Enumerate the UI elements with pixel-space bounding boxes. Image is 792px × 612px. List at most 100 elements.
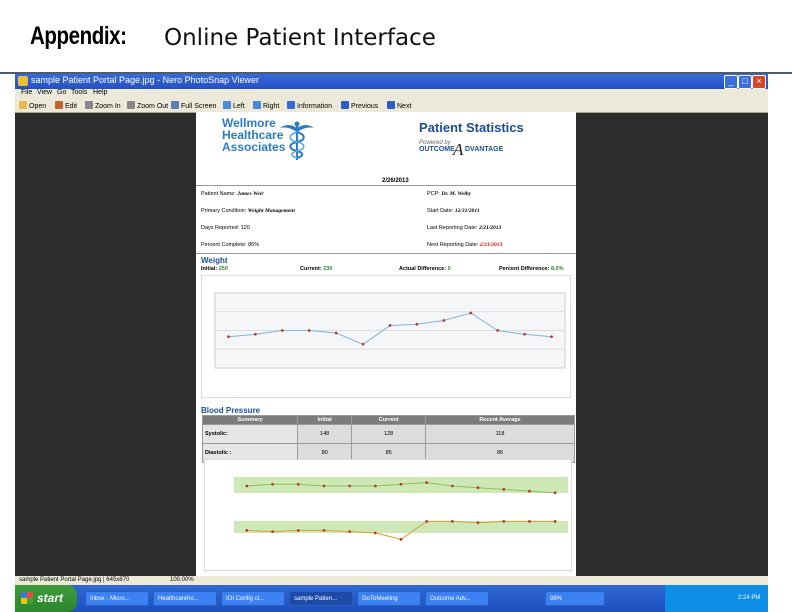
diastolic-series-point (373, 531, 377, 535)
rotate-left-label: Left (233, 103, 245, 110)
menu-tools[interactable]: Tools (71, 89, 87, 96)
menu-view[interactable]: View (37, 89, 52, 96)
full-screen-label: Full Screen (181, 103, 217, 110)
percent-row: Percent Complete: 86% (201, 242, 259, 248)
clock: 2:24 PM (738, 595, 761, 601)
rotate-left-icon (223, 101, 231, 109)
weight-series-point (415, 322, 419, 326)
zoom-in-icon (85, 101, 93, 109)
bp-chart (204, 459, 572, 571)
diastolic-series-point (271, 530, 274, 534)
next-button[interactable]: Next (387, 101, 411, 110)
start-button[interactable]: start (15, 585, 77, 612)
weight-series-point (307, 329, 311, 332)
days-label: Days Reported: (201, 225, 240, 231)
systolic-initial: 148 (296, 424, 353, 444)
diastolic-series-point (322, 528, 326, 532)
bp-header-row: Summary Initial Current Recent Average (202, 415, 575, 425)
zoom-in-button[interactable]: Zoom In (85, 101, 121, 110)
start-date-label: Start Date: (427, 208, 454, 214)
windows-flag-icon (21, 592, 33, 604)
systolic-series-point (425, 481, 429, 484)
taskbar: start Inbox - Micro... Healthcareho... I… (15, 585, 768, 612)
next-date-row: Next Reporting Date: 2/21/2013 (427, 242, 502, 248)
weight-actual-diff: Actual Difference: 0 (399, 266, 451, 272)
weight-actual-label: Actual Difference: (399, 266, 447, 272)
systolic-series-point (245, 484, 249, 488)
patient-statistics-heading: Patient Statistics (419, 120, 524, 135)
toolbar: Open Edit Zoom In Zoom Out Full Screen L… (15, 99, 768, 113)
rotate-right-button[interactable]: Right (253, 101, 279, 110)
weight-series-point (442, 319, 446, 322)
task-outcome[interactable]: Outcome Adv... (425, 591, 489, 606)
menu-file[interactable]: File (21, 89, 32, 96)
condition-row: Primary Condition: Weight Management (201, 208, 295, 214)
start-date-row: Start Date: 12/31/2011 (427, 208, 480, 214)
systolic-series-point (348, 484, 352, 488)
zoom-out-label: Zoom Out (137, 103, 169, 110)
weight-initial-value: 250 (218, 266, 228, 272)
last-date-label: Last Reporting Date: (427, 225, 478, 231)
window-title: sample Patient Portal Page.jpg - Nero Ph… (31, 75, 259, 85)
org-logo-text: Wellmore Healthcare Associates (222, 117, 285, 153)
task-battery[interactable]: 98% (545, 591, 605, 606)
close-icon[interactable]: × (752, 75, 766, 89)
systolic-series-point (553, 491, 557, 495)
percent-label: Percent Complete: (201, 242, 247, 248)
partner-name-left: OUTCOME (419, 146, 455, 153)
slide-title-rest: Online Patient Interface (164, 25, 436, 51)
zoom-in-label: Zoom In (95, 103, 121, 110)
weight-percent-diff: Percent Difference: 8.0% (499, 266, 564, 272)
menu-go[interactable]: Go (57, 89, 66, 96)
task-sample-patient[interactable]: sample Patien... (289, 591, 353, 606)
edit-icon (55, 101, 63, 109)
info-icon (287, 101, 295, 109)
task-inbox[interactable]: Inbox - Micro... (85, 591, 149, 606)
full-screen-button[interactable]: Full Screen (171, 101, 216, 110)
days-row: Days Reported: 120 (201, 225, 250, 231)
outcome-advantage-logo: Powered by OUTCOME A DVANTAGE (419, 140, 519, 168)
bp-col-initial: Initial (296, 415, 353, 425)
condition-label: Primary Condition: (201, 208, 247, 214)
rotate-left-button[interactable]: Left (223, 101, 245, 110)
weight-initial: Initial: 250 (201, 266, 228, 272)
information-label: Information (297, 103, 333, 110)
system-tray: 2:24 PM (665, 585, 768, 612)
weight-current-value: 230 (323, 266, 333, 272)
start-date-value: 12/31/2011 (454, 208, 480, 214)
diastolic-series-point (476, 521, 480, 525)
systolic-average: 118 (425, 424, 575, 444)
org-name-line-3: Associates (222, 140, 286, 154)
weight-current: Current: 230 (300, 266, 332, 272)
status-file-info: sample Patient Portal Page.jpg | 645x870 (19, 577, 130, 583)
maximize-icon[interactable]: □ (738, 75, 752, 89)
menu-help[interactable]: Help (93, 89, 107, 96)
edit-button[interactable]: Edit (55, 101, 77, 110)
weight-current-label: Current: (300, 266, 322, 272)
systolic-label: Systolic: (202, 424, 298, 444)
divider (196, 253, 576, 254)
task-config[interactable]: IOI Config cl... (221, 591, 285, 606)
last-date-row: Last Reporting Date: 2/21/2013 (427, 225, 501, 231)
open-button[interactable]: Open (19, 101, 46, 110)
zoom-out-button[interactable]: Zoom Out (127, 101, 168, 110)
task-healthcare[interactable]: Healthcareho... (153, 591, 217, 606)
arrow-left-icon (341, 101, 349, 109)
task-gotomeeting[interactable]: GoToMeeting (357, 591, 421, 606)
weight-series-point (523, 332, 527, 336)
diastolic-series-point (450, 520, 454, 523)
next-date-label: Next Reporting Date: (427, 242, 479, 248)
weight-series-point (253, 332, 257, 336)
diastolic-series-point (348, 530, 352, 534)
report-date: 2/26/2013 (382, 178, 409, 184)
menu-bar: File View Go Tools Help (15, 89, 768, 99)
systolic-series-point (476, 486, 480, 490)
diastolic-series-point (296, 528, 300, 532)
previous-button[interactable]: Previous (341, 101, 378, 110)
weight-initial-label: Initial: (201, 266, 218, 272)
minimize-icon[interactable]: _ (724, 75, 738, 89)
systolic-series-point (271, 482, 274, 486)
information-button[interactable]: Information (287, 101, 332, 110)
patient-name-row: Patient Name: James Weir (201, 191, 264, 197)
open-label: Open (29, 103, 47, 110)
